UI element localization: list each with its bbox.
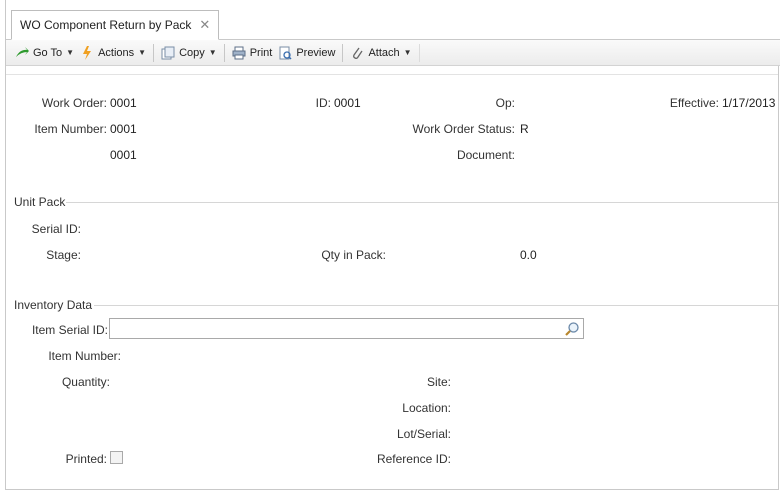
lot-serial-label: Lot/Serial: — [396, 427, 451, 441]
unit-pack-section: Unit Pack — [6, 195, 778, 209]
item-number-value: 0001 — [110, 122, 137, 136]
actions-button[interactable]: Actions ▼ — [77, 43, 149, 63]
item-number-inv-label: Item Number: — [48, 349, 121, 363]
work-order-value: 0001 — [110, 96, 137, 110]
search-icon[interactable] — [564, 321, 580, 337]
op-label: Op: — [495, 96, 515, 110]
item-serial-id-label: Item Serial ID: — [31, 323, 108, 337]
printed-label: Printed: — [65, 452, 107, 466]
effective-value: 1/17/2013 — [722, 96, 776, 110]
chevron-down-icon: ▼ — [403, 48, 412, 57]
goto-button[interactable]: Go To ▼ — [12, 43, 77, 63]
printer-icon — [232, 46, 246, 60]
tab-title: WO Component Return by Pack — [20, 18, 192, 32]
id-value: 0001 — [334, 96, 361, 110]
stage-label: Stage: — [46, 248, 81, 262]
copy-label: Copy — [179, 46, 205, 59]
quantity-label: Quantity: — [61, 375, 110, 389]
copy-button[interactable]: Copy ▼ — [158, 43, 220, 63]
qty-in-pack-label: Qty in Pack: — [321, 248, 386, 262]
item-description-value: 0001 — [110, 148, 137, 162]
chevron-down-icon: ▼ — [66, 48, 75, 57]
item-number-label: Item Number: — [34, 122, 107, 136]
print-label: Print — [249, 46, 273, 59]
reference-id-label: Reference ID: — [376, 452, 451, 466]
go-to-arrow-icon — [15, 46, 29, 60]
toolbar-divider — [153, 43, 155, 62]
id-label: ID: — [315, 96, 331, 110]
effective-label: Effective: — [669, 96, 719, 110]
preview-icon — [278, 46, 292, 60]
inventory-data-section: Inventory Data — [6, 298, 778, 312]
wo-status-value: R — [520, 122, 529, 136]
print-button[interactable]: Print — [229, 43, 276, 63]
location-label: Location: — [402, 401, 451, 415]
qty-in-pack-value: 0.0 — [520, 248, 537, 262]
copy-icon — [161, 46, 175, 60]
toolbar-divider — [342, 43, 344, 62]
unit-pack-title: Unit Pack — [14, 195, 66, 209]
toolbar-divider — [223, 43, 225, 62]
toolbar: Go To ▼ Actions ▼ Copy ▼ Print Preview A… — [6, 40, 780, 66]
item-serial-id-input[interactable] — [109, 318, 584, 339]
section-divider — [94, 305, 778, 306]
printed-checkbox[interactable] — [110, 451, 123, 464]
work-order-label: Work Order: — [41, 96, 107, 110]
form-content: Work Order: 0001 ID: 0001 Op: Effective:… — [6, 66, 778, 488]
actions-label: Actions — [98, 46, 135, 59]
wo-status-label: Work Order Status: — [412, 122, 515, 136]
chevron-down-icon: ▼ — [138, 48, 147, 57]
header-divider — [6, 74, 778, 75]
tab-wo-component-return[interactable]: WO Component Return by Pack ✕ — [11, 10, 220, 40]
serial-id-label: Serial ID: — [31, 222, 81, 236]
attach-button[interactable]: Attach ▼ — [347, 43, 414, 63]
lightning-icon — [80, 45, 94, 60]
site-label: Site: — [426, 375, 451, 389]
attach-label: Attach — [368, 46, 400, 59]
paperclip-icon — [350, 46, 364, 60]
tab-strip: WO Component Return by Pack ✕ — [6, 0, 780, 40]
chevron-down-icon: ▼ — [208, 48, 217, 57]
toolbar-divider — [418, 43, 420, 62]
preview-label: Preview — [296, 46, 336, 59]
preview-button[interactable]: Preview — [275, 43, 338, 63]
window-frame: WO Component Return by Pack ✕ Go To ▼ Ac… — [5, 0, 780, 490]
close-icon[interactable]: ✕ — [199, 17, 210, 33]
inventory-data-title: Inventory Data — [14, 298, 93, 312]
document-label: Document: — [456, 148, 515, 162]
section-divider — [66, 202, 778, 203]
goto-label: Go To — [33, 46, 63, 59]
